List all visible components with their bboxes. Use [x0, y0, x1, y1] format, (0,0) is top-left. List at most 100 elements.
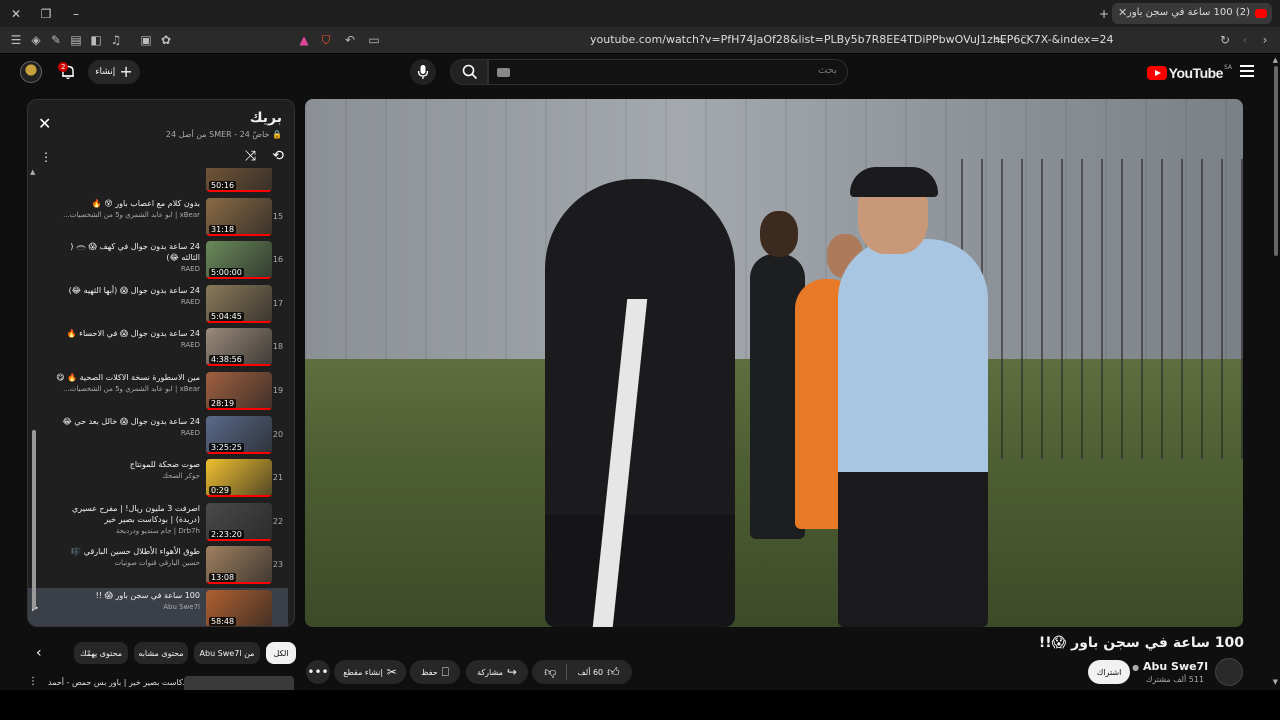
more-actions-button[interactable]: ••• — [306, 660, 330, 684]
aria-icon[interactable]: ▲ — [296, 32, 312, 48]
video-player[interactable] — [305, 99, 1243, 627]
playlist-item-channel: xBear | ابو عابد الشمري و5 من الشخصيات..… — [63, 210, 200, 219]
new-tab-icon[interactable]: + — [1096, 6, 1112, 22]
chip-all[interactable]: الكل — [266, 642, 296, 664]
duration-badge: 58:48 — [209, 617, 237, 626]
playlist-item-thumbnail[interactable]: 31:18 — [206, 197, 272, 236]
tabs-icon[interactable]: ▤ — [68, 32, 84, 48]
like-count[interactable]: 60 ألف — [577, 668, 603, 677]
playlist-item[interactable]: 19 28:19 مين الاسطورة نسخة الاكلات الصحية … — [28, 370, 288, 413]
playlist-item-thumbnail[interactable]: 0:29 — [206, 459, 272, 498]
youtube-logo[interactable]: YouTube SA — [1146, 64, 1232, 82]
subscribe-button[interactable]: اشتراك — [1088, 660, 1130, 684]
playlist-item[interactable]: 50:16Saudi Channel — [28, 168, 288, 195]
bookmark-icon[interactable]: ⎕ — [1017, 32, 1033, 48]
playlist-item-thumbnail[interactable]: 4:38:56 — [206, 328, 272, 367]
chips-prev-icon[interactable]: ‹ — [36, 645, 42, 661]
watch-progress — [206, 190, 272, 192]
sidebar-toggle-icon[interactable]: ◧ — [88, 32, 104, 48]
share-page-icon[interactable]: ↶ — [342, 32, 358, 48]
playlist-item-thumbnail[interactable]: 5:00:00 — [206, 241, 272, 280]
page-scroll-up-icon[interactable]: ▲ — [1273, 56, 1278, 64]
watch-progress — [206, 538, 272, 541]
recommended-video-thumbnail[interactable] — [184, 676, 294, 690]
url-field[interactable]: youtube.com/watch?v=PfH74JaOf28&list=PLB… — [590, 33, 1114, 46]
playlist-item-title: صوت ضحكة للمونتاج — [129, 460, 200, 470]
watch-progress — [206, 582, 272, 585]
playlist-item-thumbnail[interactable]: 5:04:45 — [206, 284, 272, 323]
playlist-item[interactable]: 15 31:18 بدون كلام مع اعصاب باور 😵 🔥 xBear … — [28, 196, 288, 239]
forward-icon[interactable]: › — [1257, 32, 1273, 48]
window-maximize-icon[interactable]: ❐ — [38, 6, 54, 22]
search-input[interactable] — [517, 65, 837, 76]
site-settings-icon[interactable]: ⇋ — [992, 32, 1008, 48]
playlist-item-thumbnail[interactable]: 13:08 — [206, 546, 272, 585]
sidebar-menu-icon[interactable]: ☰ — [8, 32, 24, 48]
share-button[interactable]: ↪ مشاركة — [466, 660, 528, 684]
verified-icon: ● — [1132, 663, 1140, 672]
loop-icon[interactable]: ⟲ — [272, 148, 284, 164]
subscriber-count: 511 ألف مشترك — [1145, 675, 1204, 684]
playlist-item-text: مين الاسطورة نسخة الاكلات الصحية 🔥 😋 xBea… — [50, 372, 200, 393]
playlist-item[interactable]: 21 0:29 صوت ضحكة للمونتاج جوكر الضحك — [28, 457, 288, 500]
playlist-item-index: 19 — [272, 386, 284, 395]
related-filter-chips: الكل من Abu Swe7l محتوى مشابه محتوى يهمّ… — [74, 642, 296, 664]
search-box[interactable] — [488, 59, 848, 85]
account-avatar[interactable] — [20, 61, 42, 83]
playlist-item[interactable]: 20 3:25:25 24 ساعة بدون جوال 😱 خالل بعد حي… — [28, 414, 288, 457]
playlist-item-thumbnail[interactable]: 58:48 — [206, 590, 272, 626]
chip-from-channel[interactable]: من Abu Swe7l — [194, 642, 260, 664]
playlist-item[interactable]: 22 2:23:20 اصرفت 3 مليون ريال! | مفرح عسير… — [28, 501, 288, 544]
playlist-scrollbar[interactable] — [32, 430, 36, 610]
pen-icon[interactable]: ✎ — [48, 32, 64, 48]
playlist-item[interactable]: 16 5:00:00 24 ساعة بدون جوال في كهف 😱 🕳️ (… — [28, 239, 288, 282]
close-icon[interactable]: ✕ — [38, 116, 51, 132]
playlist-item[interactable]: 18 4:38:56 24 ساعة بدون جوال 😱 في الاحساء … — [28, 326, 288, 369]
brave-shield-icon[interactable]: ⛉ — [318, 32, 334, 48]
dislike-icon[interactable]: 👎︎ — [544, 665, 556, 680]
browser-tab[interactable]: ✕ (2) 100 ساعة في سجن باور — [1112, 3, 1272, 24]
search-button[interactable] — [450, 59, 488, 85]
playlist-item[interactable]: 58:48100 ساعة في سجن باور 😱 !!Abu Swe7l▶ — [28, 588, 288, 626]
shield-icon[interactable]: ◈ — [28, 32, 44, 48]
tab-close-icon[interactable]: ✕ — [1118, 6, 1127, 19]
playlist-item-thumbnail[interactable]: 50:16 — [206, 168, 272, 192]
share-icon: ↪ — [506, 665, 517, 679]
screenshot-icon[interactable]: ▣ — [138, 32, 154, 48]
window-minimize-icon[interactable]: – — [68, 6, 84, 22]
keyboard-icon[interactable] — [497, 68, 510, 77]
more-vert-icon[interactable]: ⋮ — [40, 150, 52, 164]
guide-menu-icon[interactable] — [1240, 65, 1254, 77]
reload-icon[interactable]: ↻ — [1217, 32, 1233, 48]
recommended-video-title[interactable]: بودكاست بصير خير | باور بس حمص - أحمد — [48, 678, 193, 687]
back-icon[interactable]: ‹ — [1237, 32, 1253, 48]
chip-for-you[interactable]: محتوى يهمّك — [74, 642, 128, 664]
extensions-icon[interactable]: ✿ — [158, 32, 174, 48]
playlist-item-thumbnail[interactable]: 2:23:20 — [206, 502, 272, 541]
page-scroll-down-icon[interactable]: ▼ — [1273, 678, 1278, 686]
playlist-item-thumbnail[interactable]: 28:19 — [206, 372, 272, 410]
clip-button[interactable]: ✂ إنشاء مقطع — [334, 660, 406, 684]
watch-progress — [206, 495, 272, 498]
playlist-item-title: مين الاسطورة نسخة الاكلات الصحية 🔥 😋 — [56, 373, 200, 382]
channel-avatar[interactable] — [1215, 658, 1243, 686]
like-icon[interactable]: 👍︎ — [607, 665, 620, 680]
cast-icon[interactable]: ▭ — [366, 32, 382, 48]
save-button[interactable]: ⎕ حفظ — [410, 660, 460, 684]
playlist-item-index: 21 — [272, 473, 284, 483]
create-button[interactable]: + إنشاء — [88, 60, 140, 84]
window-close-icon[interactable]: ✕ — [8, 6, 24, 22]
chip-similar[interactable]: محتوى مشابه — [134, 642, 188, 664]
playlist-item-text: اصرفت 3 مليون ريال! | مفرح عسيري (دريدة)… — [50, 503, 200, 535]
playlist-item-thumbnail[interactable]: 3:25:25 — [206, 415, 272, 454]
voice-search-button[interactable] — [410, 59, 436, 85]
music-icon[interactable]: ♫ — [108, 32, 124, 48]
playlist-item[interactable]: 17 5:04:45 24 ساعة بدون جوال 😱 (أبها الثهي… — [28, 283, 288, 326]
page-scrollbar[interactable] — [1274, 66, 1278, 256]
more-vert-icon[interactable]: ⋮ — [28, 676, 38, 687]
playlist-item-title: 24 ساعة بدون جوال 😱 (أبها الثهيه 😂) — [68, 285, 200, 295]
channel-name[interactable]: Abu Swe7l ● — [1132, 660, 1208, 673]
playlist-title[interactable]: بريك — [250, 110, 282, 126]
playlist-item[interactable]: 23 13:08 طوق الأهواء الأطلال حسين البارقي … — [28, 544, 288, 587]
shuffle-icon[interactable]: ⤨ — [245, 148, 256, 164]
